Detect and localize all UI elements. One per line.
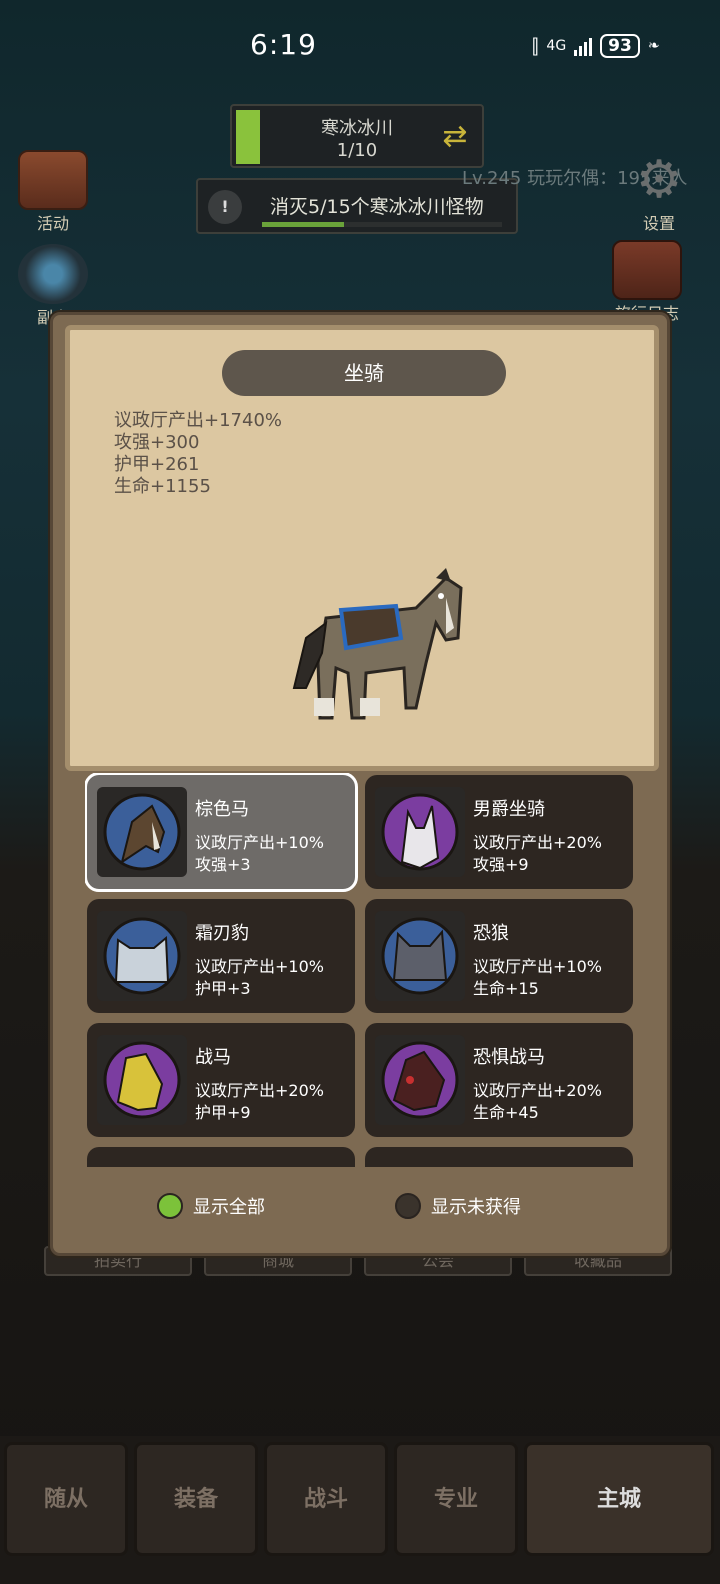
mount-bonus: 议政厅产出+10% <box>473 957 602 976</box>
stat-line: 生命+1155 <box>114 476 211 497</box>
mount-card[interactable]: 男爵坐骑 议政厅产出+20% 攻强+9 <box>365 775 633 889</box>
mount-dialog: 坐骑 议政厅产出+1740% 攻强+300 护甲+261 生命+1155 棕色马… <box>50 312 670 1256</box>
nav-battle[interactable]: 战斗 <box>264 1442 388 1556</box>
mount-card[interactable] <box>87 1147 355 1167</box>
mount-avatar <box>375 787 465 877</box>
mount-card[interactable]: 棕色马 议政厅产出+10% 攻强+3 <box>85 773 358 892</box>
frostsaber-icon <box>103 917 181 995</box>
battery-icon: 93 <box>600 34 640 58</box>
mount-avatar <box>97 787 187 877</box>
mount-card[interactable]: 恐惧战马 议政厅产出+20% 生命+45 <box>365 1023 633 1137</box>
mount-bonus: 议政厅产出+20% <box>473 1081 602 1100</box>
mount-card[interactable] <box>365 1147 633 1167</box>
mount-bonus: 议政厅产出+20% <box>473 833 602 852</box>
journal-icon <box>612 240 682 300</box>
event-button[interactable]: 活动 <box>18 150 88 234</box>
warhorse-icon <box>103 1041 181 1119</box>
stat-line: 议政厅产出+1740% <box>114 410 282 431</box>
quest-progress-bar <box>262 222 502 227</box>
event-label: 活动 <box>36 214 69 233</box>
mount-bonus: 护甲+9 <box>195 1103 251 1122</box>
nav-equipment[interactable]: 装备 <box>134 1442 258 1556</box>
settings-button[interactable]: ⚙ 设置 <box>624 150 694 234</box>
event-icon <box>18 150 88 210</box>
mount-bonus: 议政厅产出+10% <box>195 957 324 976</box>
show-all-label: 显示全部 <box>193 1197 265 1218</box>
settings-label: 设置 <box>642 214 675 233</box>
refresh-icon[interactable]: ⇄ <box>438 120 472 154</box>
bottom-nav: 随从 装备 战斗 专业 主城 <box>0 1436 720 1584</box>
mount-bonus: 议政厅产出+20% <box>195 1081 324 1100</box>
show-missing-label: 显示未获得 <box>431 1197 521 1218</box>
stat-line: 攻强+300 <box>114 432 200 453</box>
zone-indicator[interactable]: 寒冰冰川 1/10 ⇄ <box>230 104 484 168</box>
mount-list[interactable]: 棕色马 议政厅产出+10% 攻强+3 男爵坐骑 议政厅产出+20% 攻强+9 霜… <box>85 773 641 1167</box>
mount-name: 棕色马 <box>195 799 249 820</box>
network-label: 4G <box>546 38 567 54</box>
nav-profession[interactable]: 专业 <box>394 1442 518 1556</box>
game-screen: 6:19 ⫿ 4G 93 ❧ 寒冰冰川 1/10 ⇄ ! 消灭5/15个寒冰冰川… <box>0 0 720 1584</box>
nav-followers[interactable]: 随从 <box>4 1442 128 1556</box>
mount-avatar <box>375 1035 465 1125</box>
mount-bonus: 生命+15 <box>473 979 539 998</box>
mount-name: 恐惧战马 <box>473 1047 545 1068</box>
mount-bonus: 生命+45 <box>473 1103 539 1122</box>
dialog-title: 坐骑 <box>222 350 506 396</box>
show-all-toggle[interactable]: 显示全部 <box>157 1193 265 1219</box>
dungeon-icon <box>18 244 88 304</box>
horse-icon <box>103 793 181 871</box>
status-bar: 6:19 ⫿ 4G 93 ❧ <box>0 0 720 96</box>
dreadsteed-icon <box>381 1041 459 1119</box>
mount-bonus: 攻强+9 <box>473 855 529 874</box>
leaf-icon: ❧ <box>647 38 660 54</box>
mount-card[interactable]: 战马 议政厅产出+20% 护甲+9 <box>87 1023 355 1137</box>
baron-mount-icon <box>381 793 459 871</box>
mount-bonus: 议政厅产出+10% <box>195 833 324 852</box>
mount-preview-panel: 坐骑 议政厅产出+1740% 攻强+300 护甲+261 生命+1155 <box>65 325 659 771</box>
radio-off-icon <box>395 1193 421 1219</box>
quest-progress-fill <box>262 222 344 227</box>
wolf-icon <box>381 917 459 995</box>
signal-icon <box>574 36 593 56</box>
mount-name: 恐狼 <box>473 923 509 944</box>
stat-line: 护甲+261 <box>114 454 200 475</box>
horse-illustration <box>292 568 463 720</box>
alert-icon: ! <box>208 190 242 224</box>
quest-text: 消灭5/15个寒冰冰川怪物 <box>270 196 484 218</box>
mount-name: 霜刃豹 <box>195 923 249 944</box>
gear-icon: ⚙ <box>635 150 683 210</box>
nav-main-city[interactable]: 主城 <box>524 1442 714 1556</box>
mount-bonus: 护甲+3 <box>195 979 251 998</box>
mount-card[interactable]: 霜刃豹 议政厅产出+10% 护甲+3 <box>87 899 355 1013</box>
vibrate-icon: ⫿ <box>532 34 539 58</box>
mount-total-stats: 议政厅产出+1740% 攻强+300 护甲+261 生命+1155 <box>114 410 282 498</box>
mount-name: 战马 <box>195 1047 231 1068</box>
mount-bonus: 攻强+3 <box>195 855 251 874</box>
filter-toggles: 显示全部 显示未获得 <box>53 1177 673 1237</box>
mount-avatar <box>375 911 465 1001</box>
radio-on-icon <box>157 1193 183 1219</box>
show-missing-toggle[interactable]: 显示未获得 <box>395 1193 521 1219</box>
mount-name: 男爵坐骑 <box>473 799 545 820</box>
mount-card[interactable]: 恐狼 议政厅产出+10% 生命+15 <box>365 899 633 1013</box>
mount-avatar <box>97 1035 187 1125</box>
mount-avatar <box>97 911 187 1001</box>
clock: 6:19 <box>250 28 317 61</box>
status-icons: ⫿ 4G 93 ❧ <box>532 34 660 58</box>
